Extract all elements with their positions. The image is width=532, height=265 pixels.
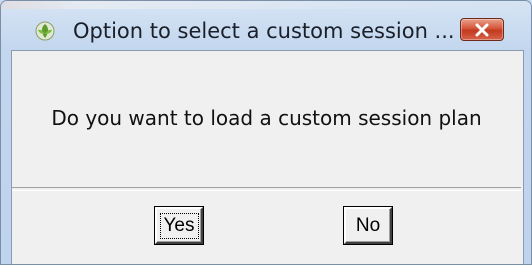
dialog-window: Option to select a custom session ... Do… [0,0,532,265]
title-bar[interactable]: Option to select a custom session ... [1,1,531,51]
close-button[interactable] [460,18,504,41]
yes-button-label: Yes [159,212,199,239]
dialog-message: Do you want to load a custom session pla… [51,106,482,130]
message-area: Do you want to load a custom session pla… [12,51,521,185]
no-button[interactable]: No [344,207,392,244]
dialog-client-area: Do you want to load a custom session pla… [11,50,524,264]
close-x-icon [475,23,489,37]
separator [12,187,521,191]
yes-button[interactable]: Yes [155,207,203,244]
window-title: Option to select a custom session ... [73,19,455,43]
app-leaf-icon [35,21,55,41]
